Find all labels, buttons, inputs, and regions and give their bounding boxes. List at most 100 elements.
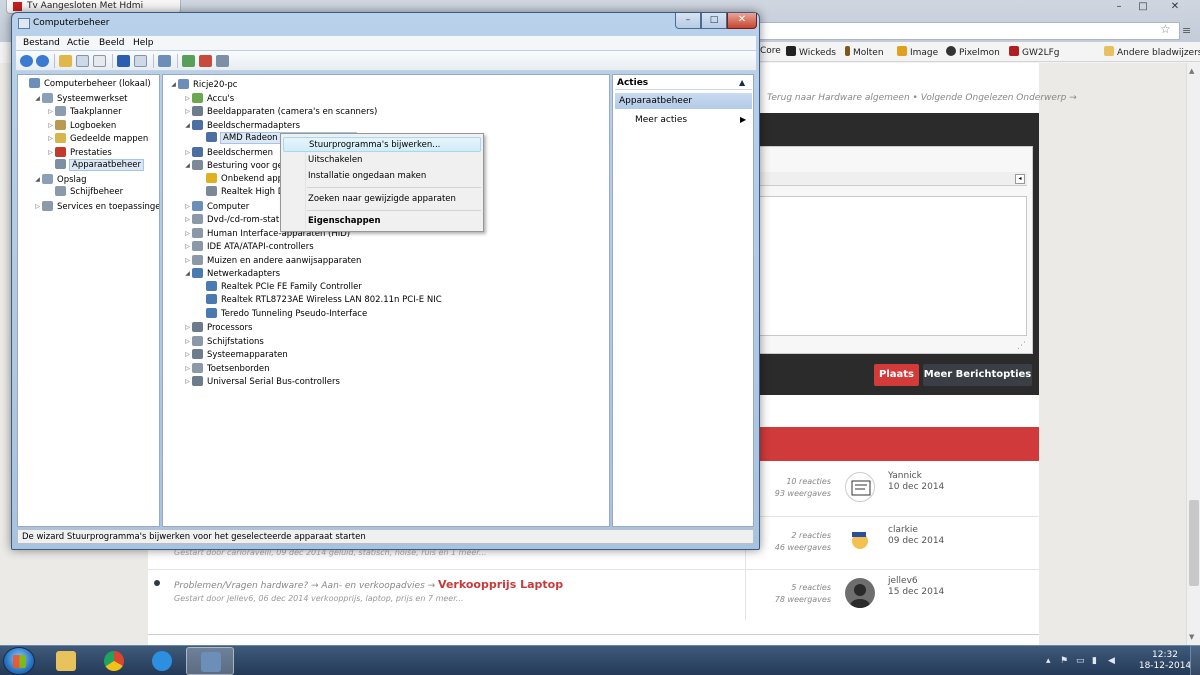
- nav-tree-item[interactable]: ▷ Services en toepassingen: [33, 200, 159, 213]
- bookmark-item[interactable]: Pixelmon: [946, 46, 1000, 58]
- device-tree-item[interactable]: ▷ Systeemapparaten: [183, 348, 289, 361]
- device-tree-item[interactable]: Realtek PCIe FE Family Controller: [197, 280, 363, 294]
- expand-toggle-icon[interactable]: ▷: [46, 132, 55, 145]
- bookmark-item[interactable]: Molten: [845, 46, 884, 58]
- nav-tree-item[interactable]: ◢ Opslag: [33, 173, 87, 186]
- update-driver-icon[interactable]: [182, 55, 195, 67]
- expand-toggle-icon[interactable]: ▷: [183, 348, 192, 361]
- expand-toggle-icon[interactable]: ◢: [183, 267, 192, 280]
- last-poster-name[interactable]: jellev6: [888, 576, 944, 587]
- thread-category-path[interactable]: Problemen/Vragen hardware? → Aan- en ver…: [174, 581, 435, 591]
- scrollbar-thumb[interactable]: [1189, 500, 1199, 586]
- menu-item-update-driver[interactable]: Stuurprogramma's bijwerken...: [283, 137, 481, 152]
- forum-breadcrumb[interactable]: Terug naar Hardware algemeen • Volgende …: [767, 93, 1077, 103]
- menu-item-properties[interactable]: Eigenschappen: [283, 214, 481, 229]
- taskbar-chrome-button[interactable]: [90, 647, 138, 675]
- maximize-button[interactable]: □: [701, 13, 727, 29]
- taskbar-ie-button[interactable]: [138, 647, 186, 675]
- nav-tree-item[interactable]: ▷ Taakplanner: [46, 105, 123, 118]
- expand-toggle-icon[interactable]: ▷: [183, 227, 192, 240]
- forward-icon[interactable]: [36, 55, 49, 67]
- power-icon[interactable]: ▭: [1076, 656, 1085, 666]
- nav-tree-item[interactable]: ▷ Gedeelde mappen: [46, 132, 149, 145]
- nav-tree-item[interactable]: Schijfbeheer: [46, 186, 124, 199]
- expand-toggle-icon[interactable]: ▷: [183, 375, 192, 388]
- nav-tree-item[interactable]: Computerbeheer (lokaal): [20, 78, 152, 91]
- resize-handle-icon[interactable]: ⋰: [1017, 341, 1026, 351]
- bookmark-star-icon[interactable]: ☆: [1160, 22, 1171, 36]
- expand-toggle-icon[interactable]: ▷: [183, 105, 192, 118]
- collapse-arrow-icon[interactable]: ▲: [739, 78, 745, 87]
- bookmark-item[interactable]: Image: [897, 46, 938, 58]
- scan-hardware-icon[interactable]: [158, 55, 171, 67]
- expand-toggle-icon[interactable]: ▷: [46, 119, 55, 132]
- expand-toggle-icon[interactable]: ◢: [33, 92, 42, 105]
- last-poster-name[interactable]: Yannick: [888, 471, 944, 482]
- actions-group-apparaatbeheer[interactable]: Apparaatbeheer: [615, 93, 752, 109]
- expand-toggle-icon[interactable]: ▷: [183, 146, 192, 159]
- clock-date[interactable]: 18-12-2014: [1137, 661, 1193, 671]
- close-button[interactable]: ✕: [727, 13, 757, 29]
- expand-toggle-icon[interactable]: ▷: [183, 213, 192, 226]
- expand-toggle-icon[interactable]: ▷: [46, 146, 55, 159]
- thread-title-link[interactable]: Verkoopprijs Laptop: [438, 578, 563, 591]
- nav-tree-item[interactable]: ▷ Prestaties: [46, 146, 113, 159]
- expand-toggle-icon[interactable]: ◢: [33, 173, 42, 186]
- menu-help[interactable]: Help: [133, 38, 154, 48]
- nav-tree-item[interactable]: Apparaatbeheer: [46, 159, 145, 172]
- device-tree-item[interactable]: ◢ Beeldschermadapters: [183, 119, 301, 132]
- device-tree-item[interactable]: ▷ Beeldschermen: [183, 146, 274, 159]
- address-bar[interactable]: [756, 22, 1180, 40]
- menu-beeld[interactable]: Beeld: [99, 38, 124, 48]
- show-action-pane-icon[interactable]: [134, 55, 147, 67]
- device-tree-item[interactable]: ▷ IDE ATA/ATAPI-controllers: [183, 240, 315, 253]
- avatar[interactable]: [845, 472, 875, 502]
- minimize-button[interactable]: –: [675, 13, 701, 29]
- bookmark-folder[interactable]: Andere bladwijzers: [1104, 46, 1200, 58]
- page-scrollbar[interactable]: [1186, 63, 1200, 645]
- menu-actie[interactable]: Actie: [67, 38, 90, 48]
- scroll-down-icon[interactable]: ▼: [1189, 633, 1194, 641]
- submenu-arrow-icon[interactable]: ▶: [740, 115, 746, 124]
- chrome-close-button[interactable]: ✕: [1156, 0, 1194, 14]
- expand-toggle-icon[interactable]: ▷: [183, 321, 192, 334]
- disable-device-icon[interactable]: [216, 55, 229, 67]
- device-tree-item[interactable]: ▷ Schijfstations: [183, 335, 265, 348]
- show-hidden-icons-icon[interactable]: ▴: [1046, 656, 1051, 666]
- bookmark-item[interactable]: Wickeds: [786, 46, 836, 58]
- device-tree-item[interactable]: ▷ Processors: [183, 321, 253, 334]
- start-button[interactable]: [3, 647, 35, 675]
- clock-time[interactable]: 12:32: [1145, 650, 1185, 660]
- more-actions-item[interactable]: Meer acties: [635, 114, 687, 127]
- back-icon[interactable]: [20, 55, 33, 67]
- expand-toggle-icon[interactable]: ▷: [46, 105, 55, 118]
- expand-toggle-icon[interactable]: ▷: [183, 92, 192, 105]
- chrome-minimize-button[interactable]: –: [1108, 0, 1130, 14]
- avatar[interactable]: [845, 525, 875, 555]
- taskbar-explorer-button[interactable]: [42, 647, 90, 675]
- uninstall-icon[interactable]: [199, 55, 212, 67]
- avatar[interactable]: [845, 578, 875, 608]
- chrome-menu-icon[interactable]: ≡: [1182, 24, 1194, 37]
- expand-toggle-icon[interactable]: ▷: [183, 362, 192, 375]
- device-tree-item[interactable]: ▷ Muizen en andere aanwijsapparaten: [183, 254, 362, 267]
- up-folder-icon[interactable]: [59, 55, 72, 67]
- network-icon[interactable]: ▮: [1092, 656, 1097, 666]
- device-tree-item[interactable]: ◢ Ricje20-pc: [169, 78, 238, 91]
- device-tree-item[interactable]: Teredo Tunneling Pseudo-Interface: [197, 307, 368, 321]
- nav-tree-item[interactable]: ◢ Systeemwerkset: [33, 92, 129, 105]
- expand-toggle-icon[interactable]: ◢: [183, 119, 192, 132]
- menu-bestand[interactable]: Bestand: [23, 38, 60, 48]
- expand-toggle-icon[interactable]: ▷: [33, 200, 42, 213]
- expand-toggle-icon[interactable]: ▷: [183, 254, 192, 267]
- expand-toggle-icon[interactable]: ◢: [169, 78, 178, 91]
- bookmark-item[interactable]: Core: [760, 46, 781, 56]
- chrome-maximize-button[interactable]: □: [1132, 0, 1154, 14]
- last-poster-name[interactable]: clarkie: [888, 525, 944, 536]
- device-tree-item[interactable]: ▷ Computer: [183, 200, 250, 213]
- device-tree-item[interactable]: ▷ Universal Serial Bus-controllers: [183, 375, 341, 388]
- expand-toggle-icon[interactable]: ▷: [183, 335, 192, 348]
- menu-item-uninstall[interactable]: Installatie ongedaan maken: [283, 169, 481, 184]
- expand-toggle-icon[interactable]: ▷: [183, 200, 192, 213]
- expand-toggle-icon[interactable]: ◢: [183, 159, 192, 172]
